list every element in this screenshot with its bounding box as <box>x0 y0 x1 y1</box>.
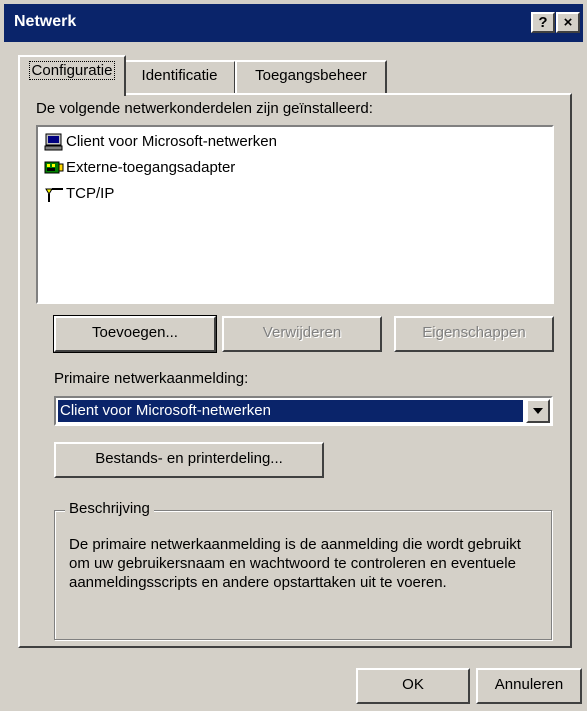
add-button[interactable]: Toevoegen... <box>53 315 217 353</box>
description-title: Beschrijving <box>65 500 154 517</box>
tab-identificatie[interactable]: Identificatie <box>123 60 236 93</box>
description-text: De primaire netwerkaanmelding is de aanm… <box>69 536 521 591</box>
primary-logon-select[interactable]: Client voor Microsoft-netwerken <box>54 396 553 426</box>
close-button[interactable]: × <box>556 12 580 33</box>
primary-logon-value: Client voor Microsoft-netwerken <box>58 400 523 422</box>
ok-button[interactable]: OK <box>356 668 470 704</box>
cancel-button[interactable]: Annuleren <box>476 668 582 704</box>
logon-label: Primaire netwerkaanmelding: <box>54 370 249 387</box>
list-item-label: Client voor Microsoft-netwerken <box>66 133 277 150</box>
window-title: Netwerk <box>14 13 77 30</box>
components-heading: De volgende netwerkonderdelen zijn geïns… <box>36 100 373 117</box>
protocol-icon <box>44 185 64 203</box>
list-item-label: TCP/IP <box>66 185 115 202</box>
list-item[interactable]: TCP/IP <box>44 183 114 205</box>
title-bar[interactable]: Netwerk ? × <box>4 4 583 42</box>
remove-button[interactable]: Verwijderen <box>222 316 382 352</box>
tab-configuratie[interactable]: Configuratie <box>18 55 126 96</box>
chevron-down-icon <box>533 408 543 414</box>
network-adapter-icon <box>44 159 64 177</box>
file-print-sharing-button[interactable]: Bestands- en printerdeling... <box>54 442 324 478</box>
help-button[interactable]: ? <box>531 12 555 33</box>
list-item[interactable]: Client voor Microsoft-netwerken <box>44 131 277 153</box>
description-group: Beschrijving De primaire netwerkaanmeldi… <box>54 500 552 640</box>
network-dialog: Netwerk ? × Identificatie Toegangsbeheer… <box>0 0 587 711</box>
components-list[interactable]: Client voor Microsoft-netwerken Externe-… <box>36 125 554 304</box>
list-item[interactable]: Externe-toegangsadapter <box>44 157 235 179</box>
list-item-label: Externe-toegangsadapter <box>66 159 236 176</box>
properties-button[interactable]: Eigenschappen <box>394 316 554 352</box>
tab-toegangsbeheer[interactable]: Toegangsbeheer <box>235 60 387 93</box>
network-client-icon <box>44 133 64 151</box>
dropdown-button[interactable] <box>526 399 550 423</box>
